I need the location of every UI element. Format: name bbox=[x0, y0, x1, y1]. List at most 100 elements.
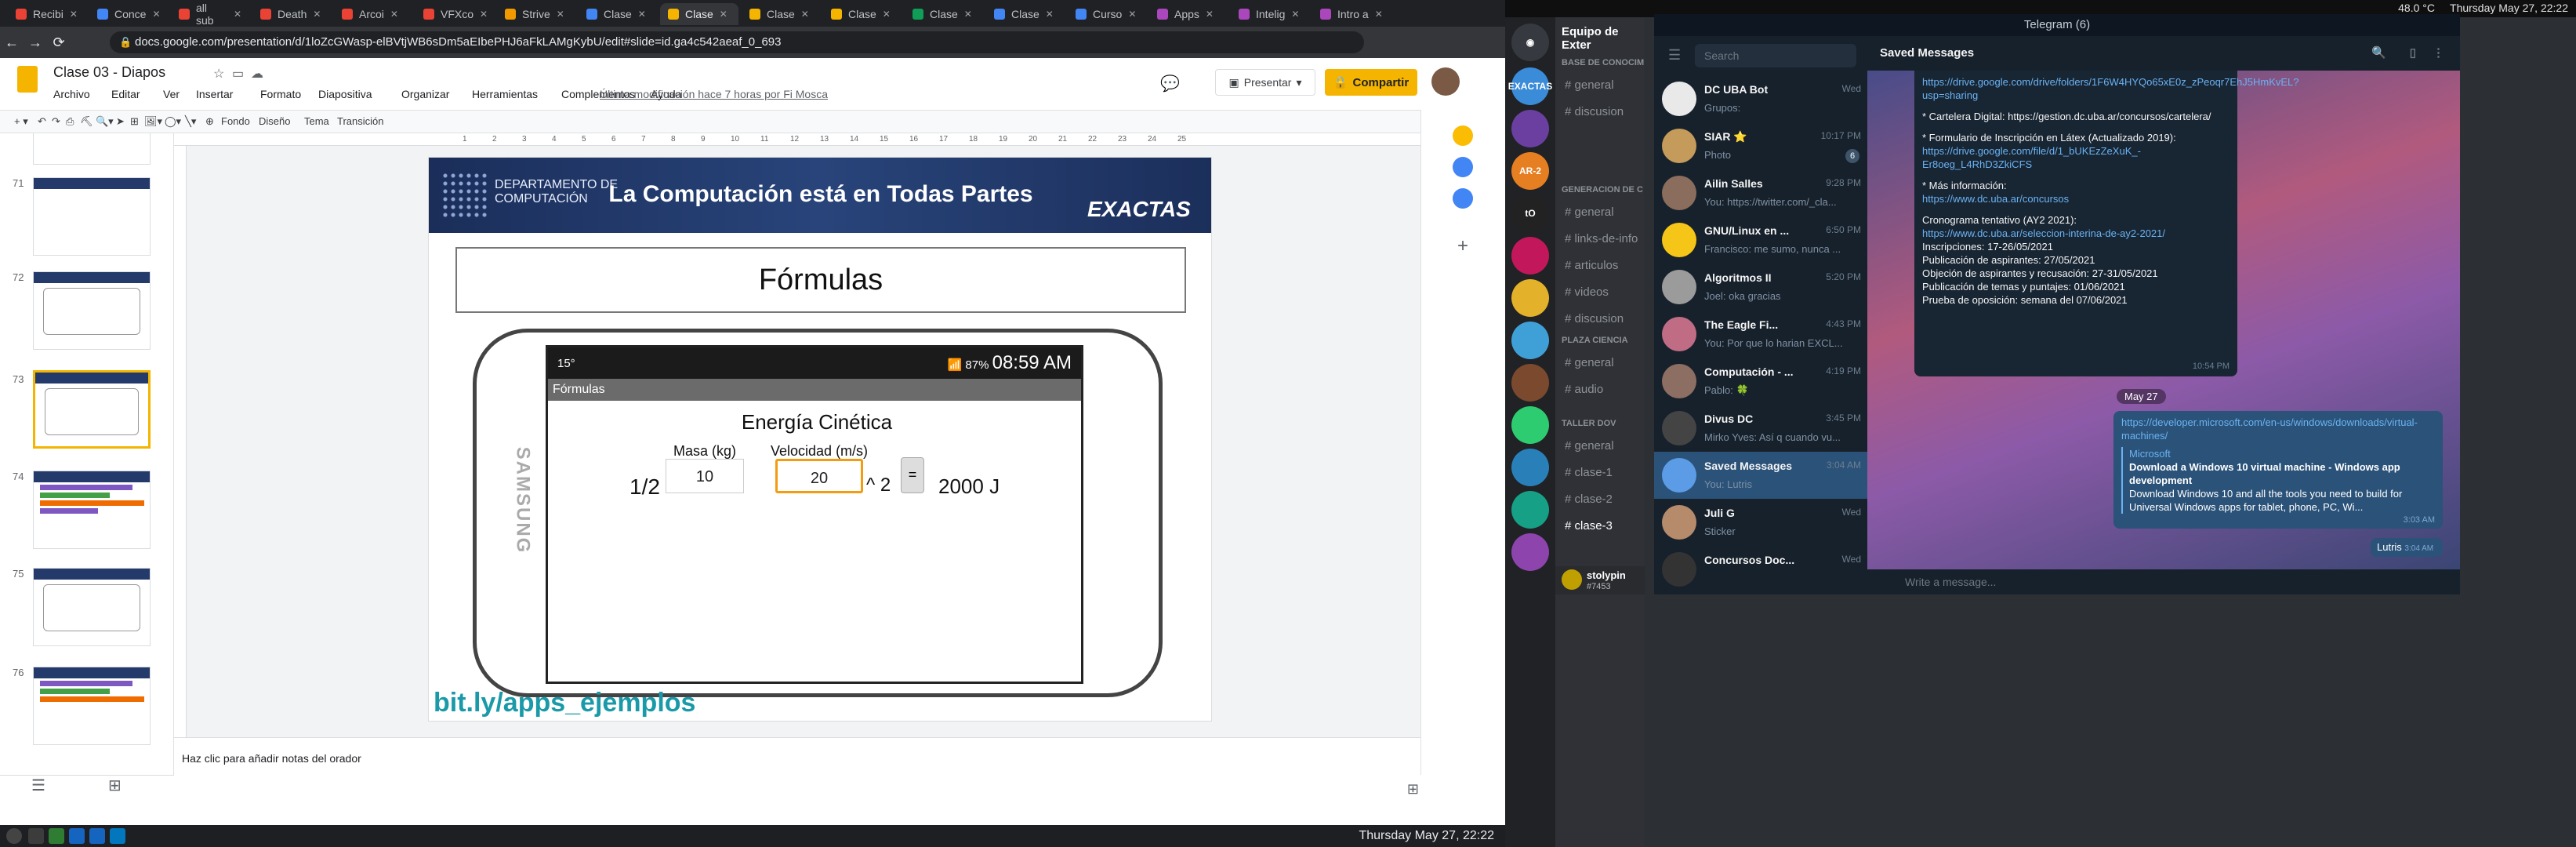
channel-category[interactable]: PLAZA CIENCIA bbox=[1562, 336, 1628, 345]
textbox-icon[interactable]: ⊞ bbox=[130, 115, 139, 128]
channel-item[interactable]: # videos bbox=[1565, 285, 1609, 299]
menu-4[interactable]: Formato bbox=[260, 88, 301, 100]
avatar[interactable] bbox=[1431, 67, 1460, 96]
tab-3[interactable]: Death ✕ bbox=[252, 3, 331, 25]
files-icon[interactable] bbox=[28, 828, 44, 844]
close-icon[interactable]: ✕ bbox=[480, 9, 488, 20]
forward-icon[interactable]: → bbox=[24, 35, 47, 51]
server-icon[interactable]: EXACTAS bbox=[1508, 67, 1552, 105]
present-button[interactable]: ▣ Presentar ▾ bbox=[1215, 69, 1315, 96]
menu-7[interactable]: Herramientas bbox=[472, 88, 538, 100]
message-bubble[interactable]: https://drive.google.com/drive/folders/1… bbox=[1914, 71, 2299, 376]
speaker-notes[interactable]: Haz clic para añadir notas del orador bbox=[174, 737, 1420, 775]
move-folder-icon[interactable]: ▭ bbox=[232, 66, 244, 82]
tab-13[interactable]: Curso ✕ bbox=[1068, 3, 1146, 25]
chat-item[interactable]: Juli G Sticker Wed bbox=[1654, 499, 1867, 546]
message-bubble[interactable]: Lutris 3:04 AM bbox=[2371, 538, 2443, 557]
channel-category[interactable]: TALLER DOV bbox=[1562, 419, 1616, 428]
channel-item[interactable]: # audio bbox=[1565, 383, 1603, 396]
close-icon[interactable]: ✕ bbox=[720, 9, 727, 20]
slide-thumbnail[interactable] bbox=[33, 177, 151, 256]
chat-item[interactable]: GNU/Linux en ... Francisco: me sumo, nunc… bbox=[1654, 216, 1867, 264]
slide-thumbnail[interactable] bbox=[33, 271, 151, 350]
message-bubble[interactable]: https://developer.microsoft.com/en-us/wi… bbox=[2113, 411, 2443, 529]
server-icon[interactable] bbox=[1511, 322, 1549, 359]
code-icon[interactable] bbox=[89, 828, 105, 844]
tab-12[interactable]: Clase ✕ bbox=[986, 3, 1065, 25]
slide-heading[interactable]: Fórmulas bbox=[455, 247, 1186, 313]
tab-16[interactable]: Intro a ✕ bbox=[1312, 3, 1391, 25]
chat-item[interactable]: Algoritmos II Joel: oka gracias 5:20 PM bbox=[1654, 264, 1867, 311]
close-icon[interactable]: ✕ bbox=[1046, 9, 1054, 20]
tab-9[interactable]: Clase ✕ bbox=[742, 3, 820, 25]
slides-logo-icon[interactable] bbox=[17, 66, 38, 93]
slide[interactable]: DEPARTAMENTO DE COMPUTACIÓN La Computaci… bbox=[428, 157, 1212, 722]
channel-item[interactable]: # clase-1 bbox=[1565, 466, 1613, 479]
grid-view-icon[interactable]: ⊞ bbox=[108, 777, 122, 794]
slide-thumbnail[interactable] bbox=[33, 568, 151, 646]
close-icon[interactable]: ✕ bbox=[1375, 9, 1383, 20]
server-icon[interactable] bbox=[1511, 110, 1549, 147]
slide-thumbnail-selected[interactable] bbox=[33, 370, 151, 449]
tab-0[interactable]: Recibi ✕ bbox=[8, 3, 86, 25]
list-view-icon[interactable]: ☰ bbox=[31, 777, 45, 794]
phone-mockup[interactable]: SAMSUNG 15° 📶 87% 08:59 AM Fórmulas Ener… bbox=[473, 329, 1163, 697]
server-icon[interactable] bbox=[1511, 491, 1549, 529]
image-icon[interactable]: 🖼▾ bbox=[144, 115, 162, 128]
equals-button[interactable]: = bbox=[901, 457, 924, 493]
chat-item[interactable]: DC UBA Bot Grupos: Wed bbox=[1654, 75, 1867, 122]
close-icon[interactable]: ✕ bbox=[152, 9, 160, 20]
close-icon[interactable]: ✕ bbox=[883, 9, 891, 20]
channel-category[interactable]: GENERACION DE C bbox=[1562, 185, 1643, 194]
undo-icon[interactable]: ↶ bbox=[38, 115, 46, 128]
server-icon[interactable]: AR-2 bbox=[1511, 152, 1549, 190]
tab-14[interactable]: Apps ✕ bbox=[1149, 3, 1228, 25]
chat-item[interactable]: Concursos Doc... Wed bbox=[1654, 546, 1867, 593]
hamburger-icon[interactable]: ☰ bbox=[1668, 47, 1681, 64]
add-addon-icon[interactable]: + bbox=[1453, 235, 1473, 256]
menu-1[interactable]: Editar bbox=[111, 88, 140, 100]
vscode-icon[interactable] bbox=[110, 828, 125, 844]
select-icon[interactable]: ➤ bbox=[116, 115, 125, 128]
server-icon[interactable] bbox=[1511, 364, 1549, 402]
tab-11[interactable]: Clase ✕ bbox=[905, 3, 983, 25]
server-icon[interactable] bbox=[1511, 449, 1549, 486]
close-icon[interactable]: ✕ bbox=[1291, 9, 1299, 20]
speed-input[interactable]: 20 bbox=[775, 459, 863, 493]
chat-item[interactable]: Saved Messages You: Lutris 3:04 AM bbox=[1654, 452, 1867, 499]
search-icon[interactable]: 🔍 bbox=[2371, 36, 2386, 71]
system-clock[interactable]: Thursday May 27, 22:22 bbox=[2450, 2, 2568, 14]
back-icon[interactable]: ← bbox=[0, 35, 24, 51]
apps-link[interactable]: bit.ly/apps_ejemplos bbox=[434, 688, 695, 718]
message-line[interactable]: https://drive.google.com/file/d/1_bUKEzZ… bbox=[1922, 144, 2230, 171]
tab-6[interactable]: Strive ✕ bbox=[497, 3, 575, 25]
menu-0[interactable]: Archivo bbox=[53, 88, 90, 100]
channel-item[interactable]: # general bbox=[1565, 439, 1614, 453]
server-icon[interactable] bbox=[1511, 279, 1549, 317]
slide-thumbnail[interactable] bbox=[33, 471, 151, 549]
server-icon[interactable] bbox=[1511, 237, 1549, 274]
link-preview[interactable]: Microsoft Download a Windows 10 virtual … bbox=[2121, 447, 2435, 514]
last-edit-link[interactable]: Última modificación hace 7 horas por Fi … bbox=[600, 88, 828, 100]
menu-5[interactable]: Diapositiva bbox=[318, 88, 372, 100]
mass-input[interactable]: 10 bbox=[666, 459, 744, 493]
channel-item[interactable]: # articulos bbox=[1565, 259, 1618, 272]
message-link[interactable]: https://developer.microsoft.com/en-us/wi… bbox=[2121, 416, 2435, 442]
avatar[interactable] bbox=[1562, 569, 1582, 590]
new-slide-icon[interactable]: + ▾ bbox=[14, 115, 28, 128]
channel-item[interactable]: # general bbox=[1565, 356, 1614, 369]
message-line[interactable]: https://drive.google.com/drive/folders/1… bbox=[1922, 75, 2299, 102]
slide-canvas[interactable]: 1 2 3 4 5 6 7 8 9 10 11 12 13 14 15 16 17 18 19 20 21 22 23 24 2… bbox=[174, 133, 1420, 737]
tab-4[interactable]: Arcoi ✕ bbox=[334, 3, 412, 25]
redo-icon[interactable]: ↷ bbox=[52, 115, 60, 128]
tasks-icon[interactable] bbox=[1453, 157, 1473, 177]
channel-item[interactable]: # links-de-info bbox=[1565, 232, 1638, 245]
chat-item[interactable]: Ailin Salles You: https://twitter.com/_cl… bbox=[1654, 169, 1867, 216]
menu-3[interactable]: Insertar bbox=[196, 88, 233, 100]
shape-icon[interactable]: ◯▾ bbox=[165, 115, 181, 128]
chat-item[interactable]: The Eagle Fi... You: Por que lo harian EX… bbox=[1654, 311, 1867, 358]
comment-icon[interactable]: 💬 bbox=[1160, 74, 1180, 93]
server-icon[interactable] bbox=[1511, 533, 1549, 571]
server-icon[interactable]: tO bbox=[1511, 194, 1549, 232]
view-toggle[interactable]: ☰ ⊞ bbox=[0, 775, 174, 803]
